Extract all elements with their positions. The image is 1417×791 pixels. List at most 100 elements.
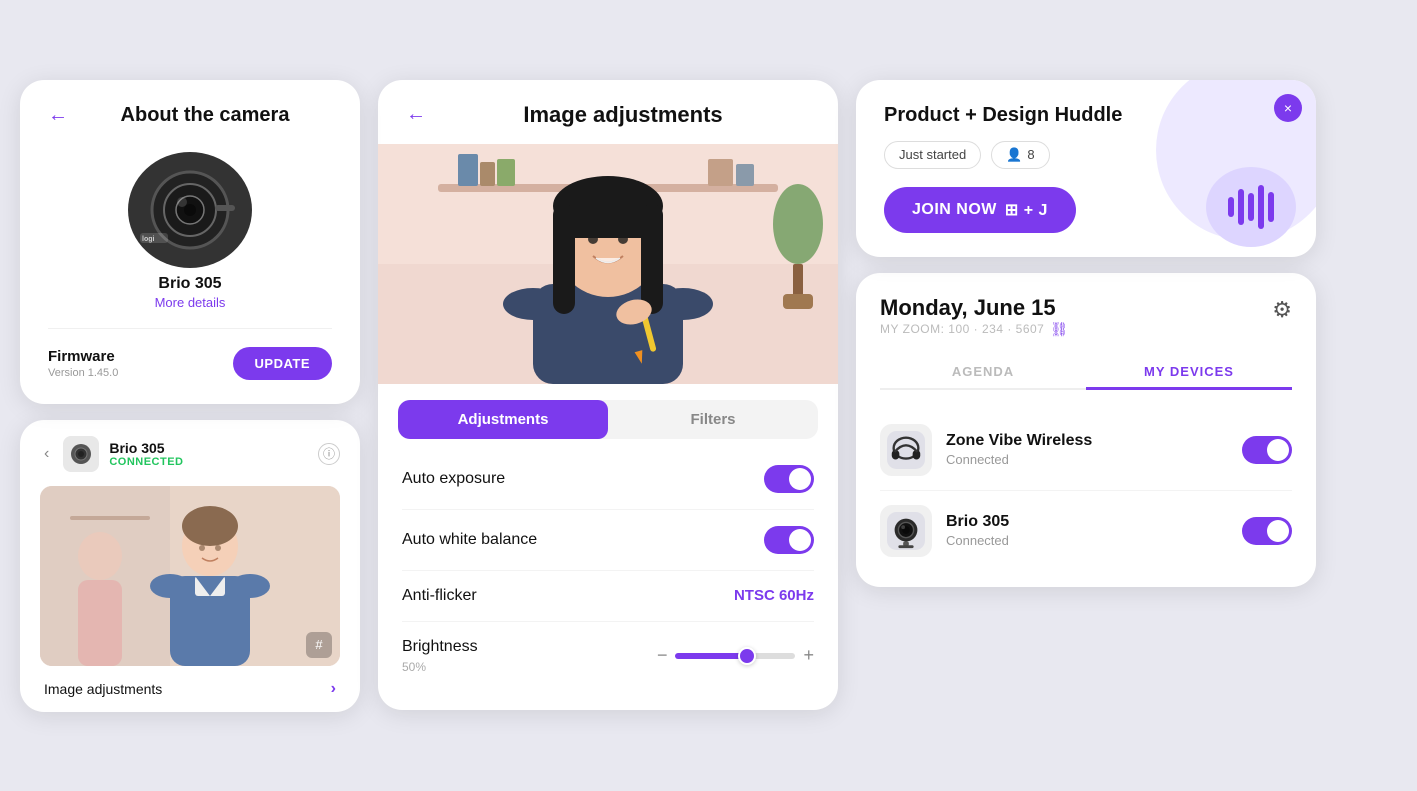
wave-bar-5 (1268, 192, 1274, 222)
gear-button[interactable]: ⚙ (1272, 297, 1292, 323)
device-card: ‹ Brio 305 CONNECTED ⓘ (20, 420, 360, 712)
camera-image-container: logi Brio 305 More details (48, 145, 332, 310)
zoom-label: MY ZOOM: 100 · 234 · 5607 (880, 322, 1044, 336)
brightness-label-wrap: Brightness 50% (402, 638, 478, 674)
webcam-icon-wrap (880, 505, 932, 557)
brightness-minus-button[interactable]: − (657, 645, 668, 666)
about-camera-card: ← About the camera (20, 80, 360, 404)
status-badge-label: Just started (899, 147, 966, 162)
webcam-icon (887, 512, 925, 550)
auto-white-balance-row: Auto white balance (402, 510, 814, 571)
headphone-toggle[interactable] (1242, 436, 1292, 464)
more-details-link[interactable]: More details (155, 295, 226, 310)
main-container: ← About the camera (20, 80, 1397, 712)
auto-white-balance-label: Auto white balance (402, 531, 537, 549)
svg-text:logi: logi (142, 236, 154, 243)
meeting-meta: Just started 👤 8 (884, 141, 1288, 169)
device-item-webcam: Brio 305 Connected (880, 491, 1292, 571)
brightness-label: Brightness (402, 638, 478, 655)
toggle-knob (789, 468, 811, 490)
headphone-device-status: Connected (946, 452, 1228, 467)
hash-button[interactable]: # (306, 632, 332, 658)
people-count: 8 (1027, 147, 1034, 162)
brightness-pct: 50% (402, 660, 478, 674)
image-adjustments-card: ← Image adjustments (378, 80, 838, 710)
brightness-slider[interactable] (675, 653, 795, 659)
wave-bar-4 (1258, 185, 1264, 229)
people-icon: 👤 (1006, 147, 1022, 163)
device-info: Brio 305 CONNECTED (109, 440, 308, 468)
webcam-device-status: Connected (946, 533, 1228, 548)
webcam-toggle[interactable] (1242, 517, 1292, 545)
slider-thumb (738, 647, 756, 665)
toggle-knob-4 (1267, 520, 1289, 542)
wave-bars (1228, 185, 1274, 229)
scene-svg (40, 486, 340, 666)
meeting-title: Product + Design Huddle (884, 104, 1288, 127)
calendar-zoom: MY ZOOM: 100 · 234 · 5607 ⛓ (880, 321, 1069, 338)
webcam-device-info: Brio 305 Connected (946, 513, 1228, 548)
video-feed-svg (378, 144, 838, 384)
firmware-version: Version 1.45.0 (48, 367, 118, 379)
auto-white-balance-toggle[interactable] (764, 526, 814, 554)
anti-flicker-value[interactable]: NTSC 60Hz (734, 587, 814, 604)
brightness-row: Brightness 50% − + (402, 622, 814, 690)
tab-my-devices[interactable]: MY DEVICES (1086, 356, 1292, 390)
toggle-knob-2 (789, 529, 811, 551)
image-adjustments-row[interactable]: Image adjustments › (40, 666, 340, 712)
toggle-knob-3 (1267, 439, 1289, 461)
middle-column: ← Image adjustments (378, 80, 838, 712)
webcam-device-name: Brio 305 (946, 513, 1228, 531)
headphone-icon (887, 431, 925, 469)
audio-wave-icon (1206, 167, 1296, 247)
camera-device-name: Brio 305 (158, 275, 221, 293)
tab-adjustments[interactable]: Adjustments (398, 400, 608, 439)
brightness-control: − + (657, 645, 814, 666)
device-card-header: ‹ Brio 305 CONNECTED ⓘ (40, 436, 340, 472)
brightness-plus-button[interactable]: + (803, 645, 814, 666)
headphone-device-name: Zone Vibe Wireless (946, 432, 1228, 450)
left-column: ← About the camera (20, 80, 360, 712)
wave-bar-2 (1238, 189, 1244, 225)
device-name-small: Brio 305 (109, 440, 308, 456)
device-item-headphones: Zone Vibe Wireless Connected (880, 410, 1292, 491)
auto-exposure-row: Auto exposure (402, 449, 814, 510)
headphone-device-info: Zone Vibe Wireless Connected (946, 432, 1228, 467)
img-adj-back-button[interactable]: ← (406, 103, 426, 126)
tab-agenda[interactable]: AGENDA (880, 356, 1086, 388)
device-thumb (63, 436, 99, 472)
camera-svg: logi (120, 145, 260, 275)
firmware-row: Firmware Version 1.45.0 UPDATE (48, 328, 332, 380)
meeting-card: × Product + Design Huddle Just started 👤… (856, 80, 1316, 257)
firmware-info: Firmware Version 1.45.0 (48, 348, 118, 379)
webcam-thumb-icon (69, 442, 93, 466)
auto-exposure-label: Auto exposure (402, 470, 505, 488)
join-shortcut: ⊞ + J (1005, 200, 1048, 220)
device-status: CONNECTED (109, 456, 308, 468)
chevron-right-icon: › (331, 680, 336, 698)
calendar-date-wrap: Monday, June 15 MY ZOOM: 100 · 234 · 560… (880, 295, 1069, 352)
zoom-link-icon: ⛓ (1050, 321, 1068, 338)
calendar-header: Monday, June 15 MY ZOOM: 100 · 234 · 560… (880, 295, 1292, 352)
image-adj-header: ← Image adjustments (378, 80, 838, 128)
right-column: × Product + Design Huddle Just started 👤… (856, 80, 1316, 712)
update-button[interactable]: UPDATE (233, 347, 332, 380)
prev-button[interactable]: ‹ (40, 445, 53, 463)
tab-filters[interactable]: Filters (608, 400, 818, 439)
close-button[interactable]: × (1274, 94, 1302, 122)
image-adj-video-feed (378, 144, 838, 384)
back-button[interactable]: ← (48, 104, 68, 127)
people-badge: 👤 8 (991, 141, 1049, 169)
firmware-label: Firmware (48, 348, 118, 365)
join-now-button[interactable]: JOIN NOW ⊞ + J (884, 187, 1076, 233)
image-adj-title: Image adjustments (436, 102, 810, 128)
calendar-tabs: AGENDA MY DEVICES (880, 356, 1292, 390)
devices-list: Zone Vibe Wireless Connected (880, 404, 1292, 577)
info-icon[interactable]: ⓘ (318, 443, 340, 465)
adjustments-tabs-row: Adjustments Filters (398, 400, 818, 439)
about-camera-header: ← About the camera (48, 104, 332, 127)
auto-exposure-toggle[interactable] (764, 465, 814, 493)
headphone-icon-wrap (880, 424, 932, 476)
anti-flicker-label: Anti-flicker (402, 587, 477, 605)
wave-bar-3 (1248, 193, 1254, 221)
